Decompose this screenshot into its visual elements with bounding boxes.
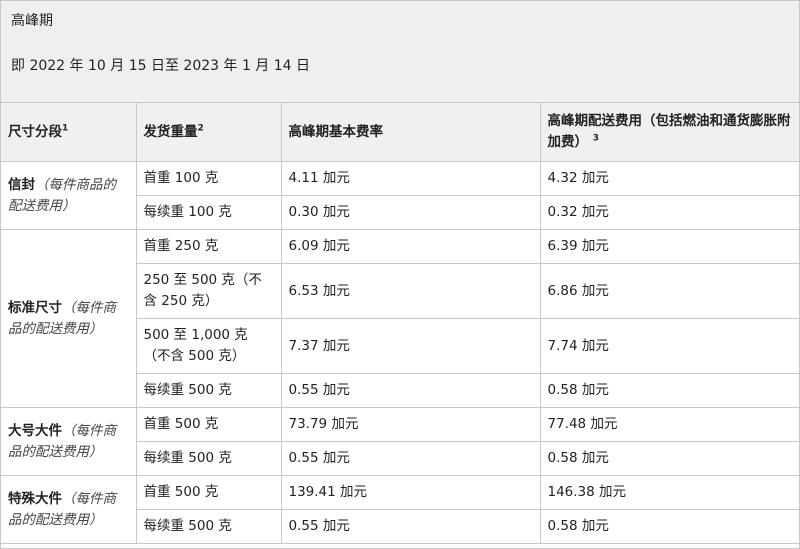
fee-cell: 7.74 加元 <box>539 318 799 374</box>
size-tier-name: 特殊大件 <box>8 490 62 507</box>
weight-cell: 首重 100 克 <box>135 161 282 196</box>
header-weight-label: 发货重量 <box>143 123 198 140</box>
size-tier-name: 大号大件 <box>8 422 62 439</box>
size-tier-cell: 特殊大件（每件商品的配送费用） <box>1 475 137 544</box>
table-header-row: 尺寸分段1 发货重量2 高峰期基本费率 高峰期配送费用（包括燃油和通货膨胀附加费… <box>1 103 799 162</box>
size-tier-name: 标准尺寸 <box>8 299 62 316</box>
weight-cell: 250 至 500 克（不含 250 克） <box>136 263 282 319</box>
footnote-marker: 3 <box>592 133 599 144</box>
table-row: 信封（每件商品的配送费用） 首重 100 克 4.11 加元 4.32 加元 <box>1 161 799 230</box>
base-rate-cell: 0.55 加元 <box>280 441 541 476</box>
banner-date-range: 即 2022 年 10 月 15 日至 2023 年 1 月 14 日 <box>11 58 311 74</box>
fee-cell: 6.86 加元 <box>539 263 799 319</box>
table-row: 标准尺寸（每件商品的配送费用） 首重 250 克 6.09 加元 6.39 加元 <box>1 229 799 408</box>
header-fee-label: 高峰期配送费用（包括燃油和通货膨胀附加费） <box>547 113 791 150</box>
weight-cell: 首重 500 克 <box>135 407 282 442</box>
table-body: 信封（每件商品的配送费用） 首重 100 克 4.11 加元 4.32 加元 每续重 1… <box>1 161 799 544</box>
banner-title: 高峰期 <box>11 13 53 29</box>
header-weight: 发货重量2 <box>135 103 282 162</box>
weight-cell: 每续重 500 克 <box>136 509 282 544</box>
footnote-marker: 1 <box>62 123 69 133</box>
fee-table: 尺寸分段1 发货重量2 高峰期基本费率 高峰期配送费用（包括燃油和通货膨胀附加费… <box>1 103 799 544</box>
fee-cell: 0.58 加元 <box>539 373 799 408</box>
size-tier-cell: 信封（每件商品的配送费用） <box>1 161 137 230</box>
peak-period-banner: 高峰期 即 2022 年 10 月 15 日至 2023 年 1 月 14 日 <box>1 1 799 103</box>
fee-cell: 146.38 加元 <box>539 475 799 510</box>
fee-cell: 4.32 加元 <box>539 161 799 196</box>
base-rate-cell: 6.09 加元 <box>280 229 541 264</box>
footnote-marker: 2 <box>197 123 204 133</box>
base-rate-cell: 139.41 加元 <box>280 475 541 510</box>
weight-cell: 每续重 100 克 <box>136 195 282 230</box>
size-tier-cell: 标准尺寸（每件商品的配送费用） <box>1 229 137 408</box>
header-size-tier-label: 尺寸分段 <box>8 123 62 140</box>
fee-cell: 0.58 加元 <box>539 441 799 476</box>
table-row: 大号大件（每件商品的配送费用） 首重 500 克 73.79 加元 77.48 加元 <box>1 407 799 476</box>
base-rate-cell: 73.79 加元 <box>280 407 541 442</box>
base-rate-cell: 0.30 加元 <box>280 195 541 230</box>
weight-cell: 每续重 500 克 <box>136 373 282 408</box>
weight-cell: 首重 250 克 <box>135 229 282 264</box>
table-row: 特殊大件（每件商品的配送费用） 首重 500 克 139.41 加元 146.38 加… <box>1 475 799 544</box>
weight-cell: 首重 500 克 <box>135 475 282 510</box>
base-rate-cell: 0.55 加元 <box>280 509 541 544</box>
fee-cell: 0.58 加元 <box>539 509 799 544</box>
base-rate-cell: 0.55 加元 <box>280 373 541 408</box>
fee-cell: 77.48 加元 <box>539 407 799 442</box>
base-rate-cell: 6.53 加元 <box>280 263 541 319</box>
header-base-rate: 高峰期基本费率 <box>280 103 541 162</box>
base-rate-cell: 4.11 加元 <box>280 161 541 196</box>
fee-cell: 0.32 加元 <box>539 195 799 230</box>
size-tier-cell: 大号大件（每件商品的配送费用） <box>1 407 137 476</box>
fee-table-container: 高峰期 即 2022 年 10 月 15 日至 2023 年 1 月 14 日 … <box>0 0 800 549</box>
size-tier-name: 信封 <box>8 176 35 193</box>
weight-cell: 每续重 500 克 <box>136 441 282 476</box>
fee-cell: 6.39 加元 <box>539 229 799 264</box>
header-base-rate-label: 高峰期基本费率 <box>288 123 384 140</box>
header-size-tier: 尺寸分段1 <box>1 103 137 162</box>
base-rate-cell: 7.37 加元 <box>280 318 541 374</box>
header-fee: 高峰期配送费用（包括燃油和通货膨胀附加费） 3 <box>539 103 799 162</box>
weight-cell: 500 至 1,000 克（不含 500 克） <box>136 318 282 374</box>
